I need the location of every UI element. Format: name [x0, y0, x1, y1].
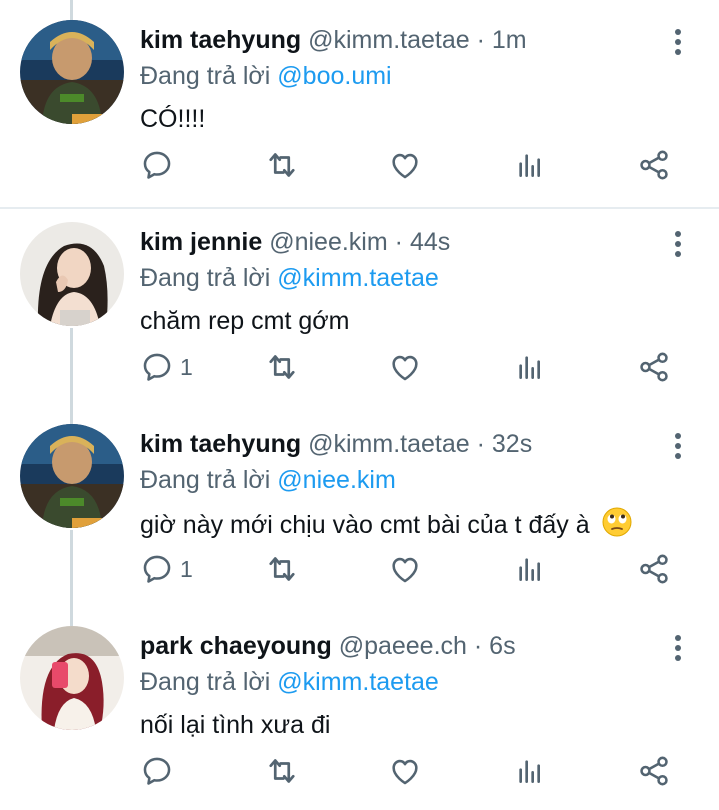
- reply-to-handle[interactable]: @kimm.taetae: [277, 668, 439, 696]
- tweet-text: chăm rep cmt gớm: [140, 307, 350, 335]
- reply-prefix: Đang trả lời: [140, 264, 271, 292]
- like-button[interactable]: [388, 746, 422, 796]
- share-icon: [637, 754, 671, 788]
- separator: ·: [476, 26, 485, 54]
- replying-to: Đang trả lời @boo.umi: [140, 60, 392, 92]
- more-icon[interactable]: [664, 430, 692, 462]
- like-icon: [388, 350, 422, 384]
- username[interactable]: @kimm.taetae: [308, 430, 470, 458]
- reply-button[interactable]: [140, 140, 180, 190]
- share-button[interactable]: [637, 342, 671, 392]
- display-name[interactable]: kim jennie: [140, 228, 262, 256]
- more-icon[interactable]: [664, 26, 692, 58]
- retweet-icon: [264, 551, 300, 587]
- action-bar: 1: [0, 544, 719, 594]
- share-icon: [637, 552, 671, 586]
- analytics-button[interactable]: [514, 342, 546, 392]
- action-bar: 1: [0, 342, 719, 392]
- action-bar: [0, 140, 719, 190]
- username[interactable]: @niee.kim: [269, 228, 387, 256]
- analytics-icon: [514, 351, 546, 383]
- reply-icon: [140, 148, 174, 182]
- tweet-header: park chaeyoung @paeee.ch · 6s: [140, 630, 516, 662]
- username[interactable]: @paeee.ch: [339, 632, 467, 660]
- reply-prefix: Đang trả lời: [140, 668, 271, 696]
- like-icon: [388, 552, 422, 586]
- username[interactable]: @kimm.taetae: [308, 26, 470, 54]
- tweet[interactable]: kim taehyung @kimm.taetae · 32s Đang trả…: [0, 404, 719, 604]
- reply-count: 1: [180, 555, 193, 582]
- retweet-button[interactable]: [264, 746, 300, 796]
- separator: ·: [394, 228, 403, 256]
- tweet[interactable]: park chaeyoung @paeee.ch · 6s Đang trả l…: [0, 606, 719, 806]
- like-icon: [388, 754, 422, 788]
- reply-icon: [140, 552, 174, 586]
- retweet-button[interactable]: [264, 544, 300, 594]
- tweet-header: kim taehyung @kimm.taetae · 32s: [140, 428, 532, 460]
- reply-button[interactable]: 1: [140, 544, 193, 594]
- analytics-icon: [514, 149, 546, 181]
- tweet[interactable]: kim jennie @niee.kim · 44s Đang trả lời …: [0, 202, 719, 402]
- display-name[interactable]: park chaeyoung: [140, 632, 332, 660]
- retweet-icon: [264, 147, 300, 183]
- avatar[interactable]: [20, 222, 124, 326]
- share-button[interactable]: [637, 140, 671, 190]
- more-icon[interactable]: [664, 228, 692, 260]
- analytics-button[interactable]: [514, 140, 546, 190]
- tweet-header: kim taehyung @kimm.taetae · 1m: [140, 24, 527, 56]
- reply-to-handle[interactable]: @kimm.taetae: [277, 264, 439, 292]
- reply-icon: [140, 350, 174, 384]
- display-name[interactable]: kim taehyung: [140, 430, 301, 458]
- reply-count: 1: [180, 353, 193, 380]
- analytics-icon: [514, 755, 546, 787]
- analytics-button[interactable]: [514, 544, 546, 594]
- replying-to: Đang trả lời @niee.kim: [140, 464, 396, 496]
- tweet-text: nối lại tình xưa đi: [140, 711, 331, 739]
- retweet-icon: [264, 349, 300, 385]
- like-button[interactable]: [388, 140, 422, 190]
- separator: ·: [476, 430, 485, 458]
- timestamp[interactable]: 1m: [492, 26, 527, 54]
- tweet[interactable]: kim taehyung @kimm.taetae · 1m Đang trả …: [0, 0, 719, 200]
- replying-to: Đang trả lời @kimm.taetae: [140, 262, 439, 294]
- eye-roll-emoji: [601, 506, 633, 547]
- like-button[interactable]: [388, 544, 422, 594]
- reply-button[interactable]: 1: [140, 342, 193, 392]
- like-icon: [388, 148, 422, 182]
- share-button[interactable]: [637, 746, 671, 796]
- tweet-text-content: giờ này mới chịu vào cmt bài của t đấy à: [140, 511, 590, 540]
- timestamp[interactable]: 32s: [492, 430, 532, 458]
- share-icon: [637, 148, 671, 182]
- analytics-icon: [514, 553, 546, 585]
- timestamp[interactable]: 6s: [489, 632, 515, 660]
- replying-to: Đang trả lời @kimm.taetae: [140, 666, 439, 698]
- action-bar: [0, 746, 719, 796]
- retweet-button[interactable]: [264, 140, 300, 190]
- analytics-button[interactable]: [514, 746, 546, 796]
- timestamp[interactable]: 44s: [410, 228, 450, 256]
- reply-prefix: Đang trả lời: [140, 62, 271, 90]
- avatar[interactable]: [20, 20, 124, 124]
- tweet-header: kim jennie @niee.kim · 44s: [140, 226, 450, 258]
- avatar[interactable]: [20, 424, 124, 528]
- reply-button[interactable]: [140, 746, 180, 796]
- retweet-button[interactable]: [264, 342, 300, 392]
- more-icon[interactable]: [664, 632, 692, 664]
- avatar[interactable]: [20, 626, 124, 730]
- share-icon: [637, 350, 671, 384]
- separator: ·: [473, 632, 483, 660]
- tweet-text: giờ này mới chịu vào cmt bài của t đấy à: [140, 506, 633, 547]
- like-button[interactable]: [388, 342, 422, 392]
- display-name[interactable]: kim taehyung: [140, 26, 301, 54]
- reply-to-handle[interactable]: @boo.umi: [277, 62, 391, 90]
- reply-to-handle[interactable]: @niee.kim: [277, 466, 395, 494]
- retweet-icon: [264, 753, 300, 789]
- share-button[interactable]: [637, 544, 671, 594]
- reply-icon: [140, 754, 174, 788]
- tweet-text: CÓ!!!!: [140, 105, 206, 133]
- reply-prefix: Đang trả lời: [140, 466, 271, 494]
